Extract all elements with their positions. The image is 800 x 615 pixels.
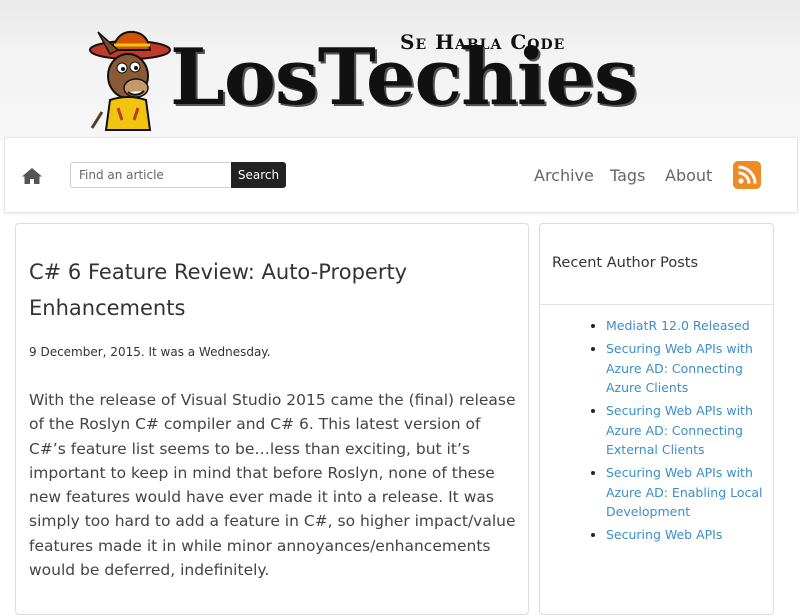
sidebar-recent-posts: Recent Author Posts MediatR 12.0 Release… bbox=[539, 223, 774, 615]
recent-post-link[interactable]: Securing Web APIs with Azure AD: Enablin… bbox=[606, 465, 763, 519]
sidebar-header: Recent Author Posts bbox=[540, 224, 773, 305]
recent-post-link[interactable]: MediatR 12.0 Released bbox=[606, 318, 750, 333]
recent-post-link[interactable]: Securing Web APIs bbox=[606, 527, 722, 542]
nav-link-about[interactable]: About bbox=[665, 166, 712, 185]
recent-post-link[interactable]: Securing Web APIs with Azure AD: Connect… bbox=[606, 403, 753, 457]
site-banner: Se Habla Code LosTechies bbox=[0, 0, 800, 140]
search-input[interactable] bbox=[70, 162, 230, 188]
rss-icon[interactable] bbox=[733, 161, 761, 189]
article-date: 9 December, 2015. It was a Wednesday. bbox=[29, 345, 271, 359]
site-logo-text[interactable]: LosTechies bbox=[170, 38, 638, 118]
recent-posts-list: MediatR 12.0 Released Securing Web APIs … bbox=[540, 316, 773, 548]
nav-link-tags[interactable]: Tags bbox=[610, 166, 645, 185]
home-icon[interactable] bbox=[21, 167, 43, 185]
list-item: Securing Web APIs with Azure AD: Connect… bbox=[606, 339, 773, 398]
recent-post-link[interactable]: Securing Web APIs with Azure AD: Connect… bbox=[606, 341, 753, 395]
list-item: MediatR 12.0 Released bbox=[606, 316, 773, 336]
list-item: Securing Web APIs bbox=[606, 525, 773, 545]
donkey-mascot-logo[interactable] bbox=[88, 28, 178, 132]
nav-link-archive[interactable]: Archive bbox=[534, 166, 594, 185]
article-title[interactable]: C# 6 Feature Review: Auto-Property Enhan… bbox=[29, 254, 509, 326]
article-body: With the release of Visual Studio 2015 c… bbox=[29, 391, 516, 580]
article-card: C# 6 Feature Review: Auto-Property Enhan… bbox=[15, 223, 529, 615]
search-button[interactable]: Search bbox=[231, 162, 286, 188]
sidebar-title: Recent Author Posts bbox=[552, 255, 699, 271]
list-item: Securing Web APIs with Azure AD: Connect… bbox=[606, 401, 773, 460]
list-item: Securing Web APIs with Azure AD: Enablin… bbox=[606, 463, 773, 522]
navbar: Search Archive Tags About bbox=[4, 137, 798, 213]
